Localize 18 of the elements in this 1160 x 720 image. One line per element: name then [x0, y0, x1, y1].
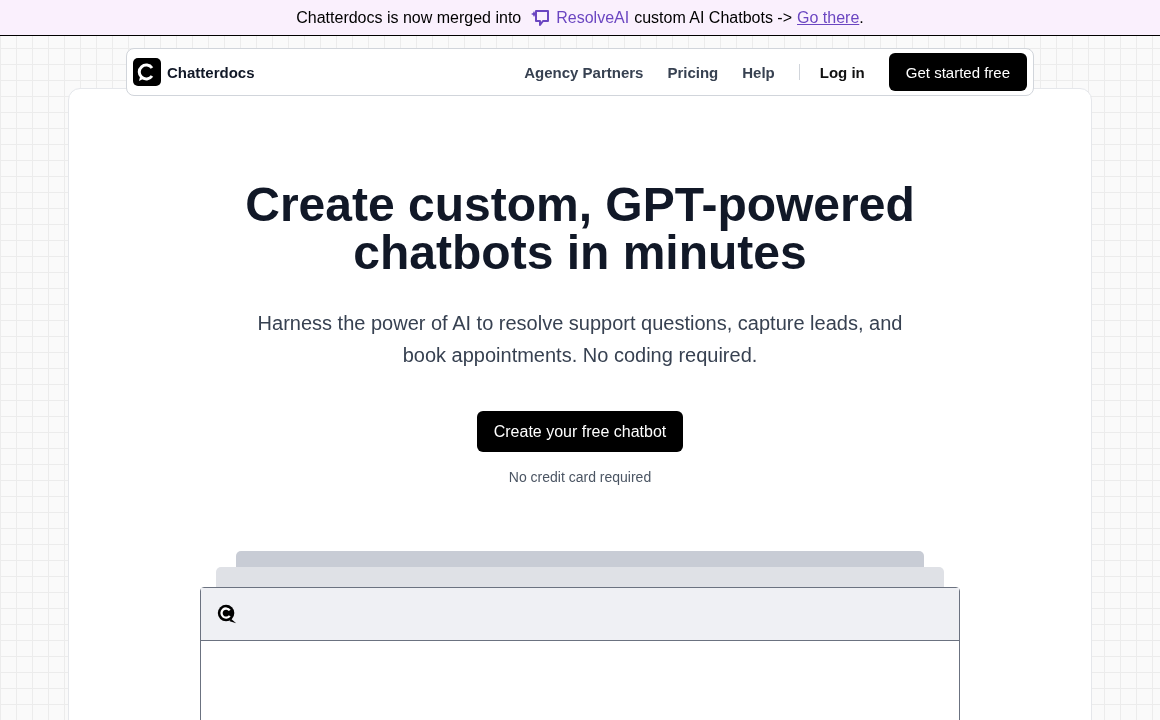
- nav-link[interactable]: Pricing: [667, 63, 719, 81]
- brand-name: ResolveAI: [556, 8, 630, 27]
- logo-icon[interactable]: [133, 58, 161, 86]
- go-there-link[interactable]: Go there: [797, 8, 860, 26]
- period: .: [859, 8, 864, 26]
- banner-text: custom AI Chatbots ->: [634, 8, 793, 27]
- no-credit-card-note: No credit card required: [508, 469, 652, 485]
- hero-title: Create custom, GPT-powered chatbots in minutes: [244, 181, 916, 277]
- chat-sparkle-icon: [531, 7, 552, 28]
- get-started-button[interactable]: Get started free: [888, 53, 1027, 91]
- chat-logo-icon: [216, 603, 238, 625]
- logo-text[interactable]: Chatterdocs: [167, 63, 255, 81]
- login-link[interactable]: Log in: [819, 63, 865, 81]
- nav-link[interactable]: Agency Partners: [524, 63, 644, 81]
- create-chatbot-button[interactable]: Create your free chatbot: [476, 411, 684, 452]
- hero-subtitle: Harness the power of AI to resolve support questions, capture leads, and book appointments. No coding required.: [256, 311, 904, 368]
- banner-text: Chatterdocs is now merged into: [296, 8, 522, 27]
- nav-link[interactable]: Help: [742, 63, 775, 81]
